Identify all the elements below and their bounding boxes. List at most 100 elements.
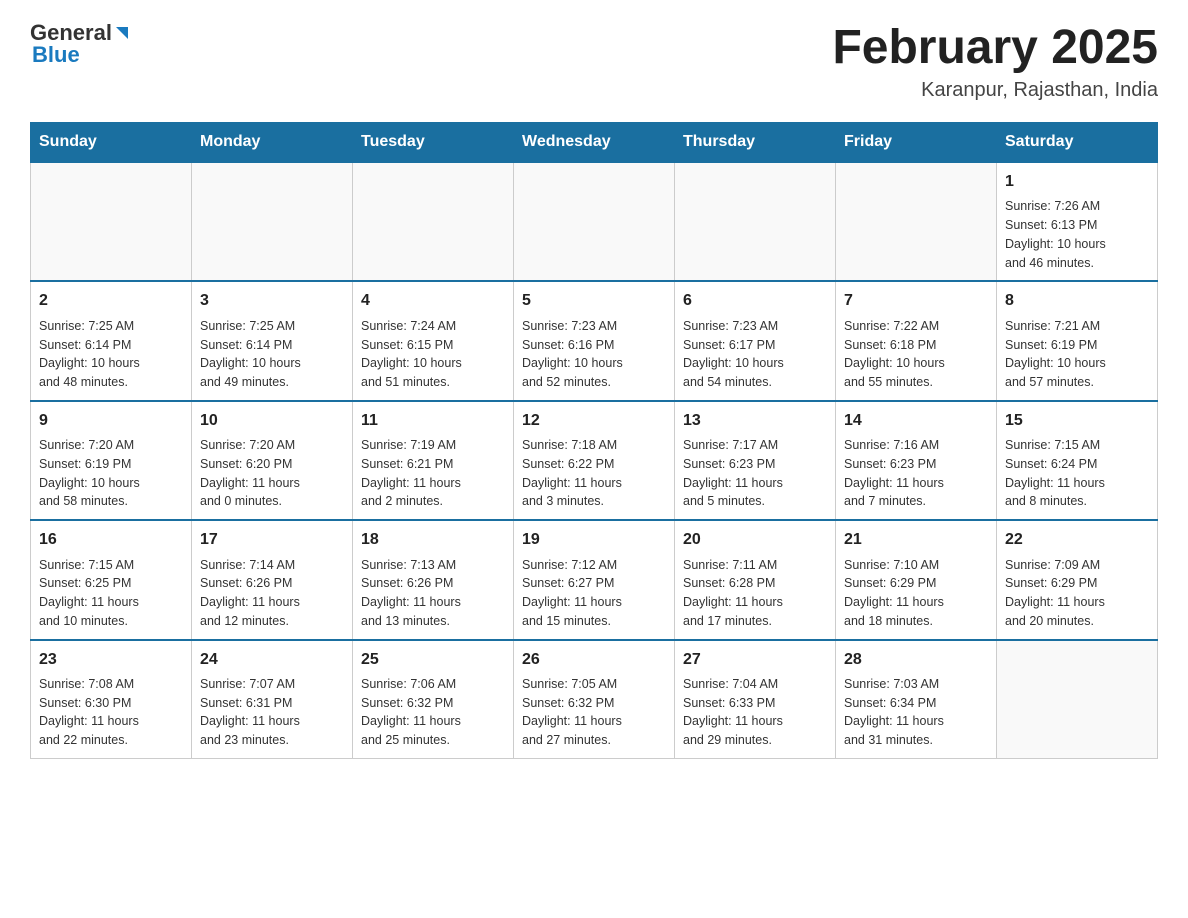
day-info: Sunrise: 7:06 AM Sunset: 6:32 PM Dayligh… <box>361 675 505 750</box>
day-number: 7 <box>844 290 988 312</box>
page-header: General Blue February 2025 Karanpur, Raj… <box>30 20 1158 102</box>
day-info: Sunrise: 7:03 AM Sunset: 6:34 PM Dayligh… <box>844 675 988 750</box>
day-number: 23 <box>39 649 183 671</box>
calendar-cell: 27 Sunrise: 7:04 AM Sunset: 6:33 PM Dayli… <box>675 640 836 759</box>
day-number: 4 <box>361 290 505 312</box>
calendar-cell <box>836 162 997 281</box>
day-number: 25 <box>361 649 505 671</box>
day-info: Sunrise: 7:09 AM Sunset: 6:29 PM Dayligh… <box>1005 556 1149 631</box>
calendar-cell: 28 Sunrise: 7:03 AM Sunset: 6:34 PM Dayli… <box>836 640 997 759</box>
day-info: Sunrise: 7:05 AM Sunset: 6:32 PM Dayligh… <box>522 675 666 750</box>
day-number: 10 <box>200 410 344 432</box>
calendar-cell: 23 Sunrise: 7:08 AM Sunset: 6:30 PM Dayli… <box>31 640 192 759</box>
calendar-cell: 24 Sunrise: 7:07 AM Sunset: 6:31 PM Dayli… <box>192 640 353 759</box>
calendar-week-4: 16Sunrise: 7:15 AM Sunset: 6:25 PM Dayli… <box>31 520 1158 639</box>
calendar-cell: 3 Sunrise: 7:25 AM Sunset: 6:14 PM Daylig… <box>192 281 353 400</box>
calendar-cell <box>353 162 514 281</box>
title-block: February 2025 Karanpur, Rajasthan, India <box>832 20 1158 102</box>
calendar-cell: 18 Sunrise: 7:13 AM Sunset: 6:26 PM Dayli… <box>353 520 514 639</box>
day-number: 3 <box>200 290 344 312</box>
calendar-week-1: 1 Sunrise: 7:26 AM Sunset: 6:13 PM Daylig… <box>31 162 1158 281</box>
day-info: Sunrise: 7:17 AM Sunset: 6:23 PM Dayligh… <box>683 436 827 511</box>
day-info: Sunrise: 7:23 AM Sunset: 6:16 PM Dayligh… <box>522 317 666 392</box>
day-info: Sunrise: 7:12 AM Sunset: 6:27 PM Dayligh… <box>522 556 666 631</box>
day-number: 11 <box>361 410 505 432</box>
day-info: Sunrise: 7:08 AM Sunset: 6:30 PM Dayligh… <box>39 675 183 750</box>
day-number: 28 <box>844 649 988 671</box>
day-info: Sunrise: 7:25 AM Sunset: 6:14 PM Dayligh… <box>200 317 344 392</box>
day-number: 1 <box>1005 171 1149 193</box>
day-number: 5 <box>522 290 666 312</box>
day-number: 22 <box>1005 529 1149 551</box>
day-info: Sunrise: 7:11 AM Sunset: 6:28 PM Dayligh… <box>683 556 827 631</box>
day-info: Sunrise: 7:18 AM Sunset: 6:22 PM Dayligh… <box>522 436 666 511</box>
day-number: 9 <box>39 410 183 432</box>
calendar-cell: 20 Sunrise: 7:11 AM Sunset: 6:28 PM Dayli… <box>675 520 836 639</box>
logo-arrow-icon <box>112 23 132 43</box>
day-info: Sunrise: 7:15 AM Sunset: 6:25 PM Dayligh… <box>39 556 183 631</box>
day-number: 18 <box>361 529 505 551</box>
day-number: 26 <box>522 649 666 671</box>
calendar-cell: 22 Sunrise: 7:09 AM Sunset: 6:29 PM Dayli… <box>997 520 1158 639</box>
calendar-cell: 15 Sunrise: 7:15 AM Sunset: 6:24 PM Dayli… <box>997 401 1158 520</box>
calendar-table: SundayMondayTuesdayWednesdayThursdayFrid… <box>30 122 1158 759</box>
logo: General Blue <box>30 20 132 68</box>
logo-blue-text: Blue <box>30 42 80 68</box>
day-info: Sunrise: 7:10 AM Sunset: 6:29 PM Dayligh… <box>844 556 988 631</box>
day-info: Sunrise: 7:14 AM Sunset: 6:26 PM Dayligh… <box>200 556 344 631</box>
day-info: Sunrise: 7:16 AM Sunset: 6:23 PM Dayligh… <box>844 436 988 511</box>
calendar-cell <box>675 162 836 281</box>
calendar-cell: 1 Sunrise: 7:26 AM Sunset: 6:13 PM Daylig… <box>997 162 1158 281</box>
day-number: 19 <box>522 529 666 551</box>
calendar-cell: 12 Sunrise: 7:18 AM Sunset: 6:22 PM Dayli… <box>514 401 675 520</box>
weekday-header-row: SundayMondayTuesdayWednesdayThursdayFrid… <box>31 123 1158 163</box>
day-number: 15 <box>1005 410 1149 432</box>
location-title: Karanpur, Rajasthan, India <box>832 79 1158 102</box>
weekday-header-thursday: Thursday <box>675 123 836 163</box>
day-number: 24 <box>200 649 344 671</box>
calendar-week-3: 9Sunrise: 7:20 AM Sunset: 6:19 PM Daylig… <box>31 401 1158 520</box>
calendar-cell: 8 Sunrise: 7:21 AM Sunset: 6:19 PM Daylig… <box>997 281 1158 400</box>
calendar-cell: 26 Sunrise: 7:05 AM Sunset: 6:32 PM Dayli… <box>514 640 675 759</box>
day-number: 13 <box>683 410 827 432</box>
day-info: Sunrise: 7:26 AM Sunset: 6:13 PM Dayligh… <box>1005 197 1149 272</box>
day-info: Sunrise: 7:07 AM Sunset: 6:31 PM Dayligh… <box>200 675 344 750</box>
day-info: Sunrise: 7:15 AM Sunset: 6:24 PM Dayligh… <box>1005 436 1149 511</box>
calendar-week-2: 2 Sunrise: 7:25 AM Sunset: 6:14 PM Daylig… <box>31 281 1158 400</box>
day-info: Sunrise: 7:13 AM Sunset: 6:26 PM Dayligh… <box>361 556 505 631</box>
weekday-header-friday: Friday <box>836 123 997 163</box>
day-number: 12 <box>522 410 666 432</box>
calendar-cell <box>31 162 192 281</box>
day-number: 17 <box>200 529 344 551</box>
day-number: 8 <box>1005 290 1149 312</box>
calendar-cell: 10 Sunrise: 7:20 AM Sunset: 6:20 PM Dayli… <box>192 401 353 520</box>
calendar-cell: 14 Sunrise: 7:16 AM Sunset: 6:23 PM Dayli… <box>836 401 997 520</box>
day-info: Sunrise: 7:20 AM Sunset: 6:20 PM Dayligh… <box>200 436 344 511</box>
weekday-header-saturday: Saturday <box>997 123 1158 163</box>
weekday-header-tuesday: Tuesday <box>353 123 514 163</box>
weekday-header-sunday: Sunday <box>31 123 192 163</box>
day-number: 27 <box>683 649 827 671</box>
calendar-cell: 16Sunrise: 7:15 AM Sunset: 6:25 PM Dayli… <box>31 520 192 639</box>
calendar-cell: 7 Sunrise: 7:22 AM Sunset: 6:18 PM Daylig… <box>836 281 997 400</box>
calendar-cell: 11 Sunrise: 7:19 AM Sunset: 6:21 PM Dayli… <box>353 401 514 520</box>
weekday-header-monday: Monday <box>192 123 353 163</box>
calendar-cell: 5 Sunrise: 7:23 AM Sunset: 6:16 PM Daylig… <box>514 281 675 400</box>
day-info: Sunrise: 7:19 AM Sunset: 6:21 PM Dayligh… <box>361 436 505 511</box>
day-info: Sunrise: 7:22 AM Sunset: 6:18 PM Dayligh… <box>844 317 988 392</box>
day-info: Sunrise: 7:23 AM Sunset: 6:17 PM Dayligh… <box>683 317 827 392</box>
calendar-cell: 17 Sunrise: 7:14 AM Sunset: 6:26 PM Dayli… <box>192 520 353 639</box>
calendar-cell: 9Sunrise: 7:20 AM Sunset: 6:19 PM Daylig… <box>31 401 192 520</box>
day-info: Sunrise: 7:21 AM Sunset: 6:19 PM Dayligh… <box>1005 317 1149 392</box>
day-number: 21 <box>844 529 988 551</box>
day-number: 2 <box>39 290 183 312</box>
day-number: 6 <box>683 290 827 312</box>
day-number: 20 <box>683 529 827 551</box>
day-number: 14 <box>844 410 988 432</box>
day-info: Sunrise: 7:04 AM Sunset: 6:33 PM Dayligh… <box>683 675 827 750</box>
month-year-title: February 2025 <box>832 20 1158 75</box>
weekday-header-wednesday: Wednesday <box>514 123 675 163</box>
calendar-cell: 2Sunrise: 7:25 AM Sunset: 6:14 PM Daylig… <box>31 281 192 400</box>
calendar-cell: 13 Sunrise: 7:17 AM Sunset: 6:23 PM Dayli… <box>675 401 836 520</box>
calendar-week-5: 23 Sunrise: 7:08 AM Sunset: 6:30 PM Dayli… <box>31 640 1158 759</box>
